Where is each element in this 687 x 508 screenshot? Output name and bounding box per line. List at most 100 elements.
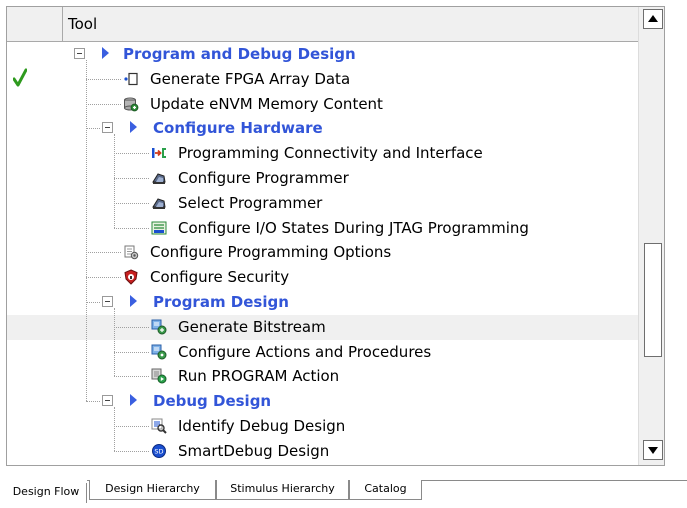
tree-item-row[interactable]: SD SmartDebug Design [7,439,638,464]
status-cell [7,290,63,315]
tab-catalog[interactable]: Catalog [349,480,422,500]
tree-group-row[interactable]: Debug Design [7,389,638,414]
tree-item-label[interactable]: Run PROGRAM Action [178,367,339,385]
programmer-icon [151,170,167,186]
tree-group-label[interactable]: Program and Debug Design [123,45,356,63]
tree-item-label[interactable]: Generate Bitstream [178,318,326,336]
programming-options-icon [123,244,139,260]
tree-item-label[interactable]: Update eNVM Memory Content [150,95,383,113]
tree-item-label[interactable]: SmartDebug Design [178,442,329,460]
scroll-down-button[interactable] [643,440,663,460]
tree-item-row[interactable]: Configure Programming Options [7,240,638,265]
tree-group-row[interactable]: Program and Debug Design [7,42,638,67]
tree-item-label[interactable]: Configure Programming Options [150,243,391,261]
status-cell [7,67,63,92]
tree-item-row[interactable]: Configure Programmer [7,166,638,191]
collapse-toggle[interactable] [102,395,113,407]
status-cell [7,141,63,166]
tree-connector-line [114,153,149,155]
tree-connector-line [86,78,121,80]
fpga-array-data-icon [123,71,139,87]
programming-connectivity-icon [151,145,167,161]
design-flow-tree: Program and Debug Design Generate FPGA Ar… [7,42,638,465]
arrow-up-icon [648,15,658,22]
tree-connector-line [86,103,121,105]
tree-connector-line [114,376,149,378]
tree-item-label[interactable]: Identify Debug Design [178,417,345,435]
tree-header: Tool [7,7,638,42]
status-cell [7,315,63,340]
status-cell [7,166,63,191]
status-cell [7,240,63,265]
arrow-down-icon [648,447,658,454]
tab-stimulus-hierarchy[interactable]: Stimulus Hierarchy [216,480,349,500]
tree-item-row[interactable]: Run PROGRAM Action [7,364,638,389]
tree-connector-line [114,308,115,377]
tree-item-row[interactable]: Configure Security [7,265,638,290]
io-states-icon [151,220,167,236]
tree-item-label[interactable]: Select Programmer [178,194,322,212]
status-cell [7,340,63,365]
programmer-icon [151,195,167,211]
tree-item-row[interactable]: Configure Actions and Procedures [7,340,638,365]
tree-connector-line [114,134,115,228]
status-cell [7,216,63,241]
tree-group-label[interactable]: Debug Design [153,392,271,410]
tree-group-label[interactable]: Program Design [153,293,289,311]
tree-connector-line [86,302,100,303]
collapse-toggle[interactable] [102,296,113,307]
tree-connector-line [86,401,100,403]
status-cell [7,265,63,290]
tree-item-label[interactable]: Generate FPGA Array Data [150,70,350,88]
tree-connector-line [86,252,121,254]
tree-group-row[interactable]: Program Design [7,290,638,315]
tree-group-row[interactable]: Configure Hardware [7,116,638,141]
actions-procedures-icon [151,344,167,360]
tree-connector-line [114,426,149,427]
group-arrow-icon [102,47,109,59]
tree-item-label[interactable]: Configure Actions and Procedures [178,343,431,361]
status-cell [7,92,63,117]
tree-item-row[interactable]: Select Programmer [7,191,638,216]
status-cell [7,364,63,389]
envm-memory-icon [123,96,139,112]
collapse-toggle[interactable] [74,48,85,59]
security-shield-icon [123,269,139,285]
tree-item-row[interactable]: Configure I/O States During JTAG Program… [7,216,638,241]
tree-item-row[interactable]: Programming Connectivity and Interface [7,141,638,166]
run-program-icon [151,368,167,384]
vertical-scrollbar[interactable] [638,7,664,465]
tree-connector-line [114,351,149,353]
tree-item-label[interactable]: Configure Security [150,268,289,286]
tree-item-label[interactable]: Configure Programmer [178,169,349,187]
tree-item-row[interactable]: Generate FPGA Array Data [7,67,638,92]
tab-design-flow[interactable]: Design Flow [6,483,87,503]
tree-item-label[interactable]: Configure I/O States During JTAG Program… [178,219,529,237]
tree-connector-line [114,407,115,451]
tree-connector-line [86,128,100,130]
tree-connector-line [114,326,149,328]
tree-item-row[interactable]: Identify Debug Design [7,414,638,439]
group-arrow-icon [130,295,137,307]
svg-text:SD: SD [154,447,163,455]
smartdebug-icon: SD [151,443,167,459]
tree-item-label[interactable]: Programming Connectivity and Interface [178,144,483,162]
design-flow-panel: Tool Program and Debug Design Generate FP… [6,6,665,466]
tool-column-header[interactable]: Tool [68,15,97,33]
tree-item-row[interactable]: Update eNVM Memory Content [7,92,638,117]
scroll-up-button[interactable] [643,9,663,29]
status-cell [7,191,63,216]
status-cell [7,414,63,439]
status-column-header[interactable] [7,7,63,42]
tree-item-row[interactable]: Generate Bitstream [7,314,638,340]
scrollbar-thumb[interactable] [644,243,662,357]
tree-connector-line [86,277,121,279]
status-cell [7,439,63,464]
tab-design-hierarchy[interactable]: Design Hierarchy [89,480,216,500]
tree-group-label[interactable]: Configure Hardware [153,119,323,137]
status-cell [7,116,63,141]
collapse-toggle[interactable] [102,122,113,134]
status-cell [7,42,63,67]
bitstream-icon [151,319,167,335]
status-cell [7,389,63,414]
